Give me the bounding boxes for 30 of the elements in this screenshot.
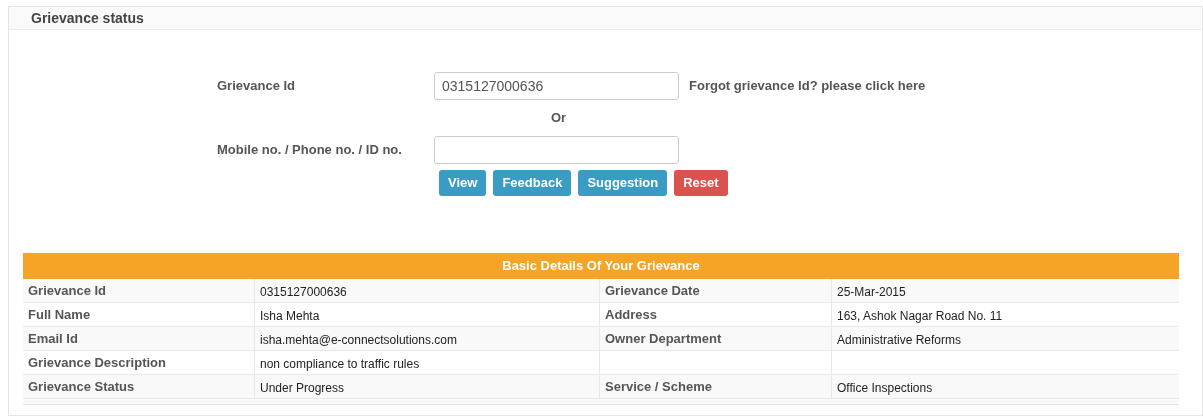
action-button[interactable]: View	[439, 170, 487, 196]
row-label: Service / Scheme	[605, 378, 712, 396]
panel-title: Grievance status	[31, 8, 144, 28]
table-cell-text: Office Inspections	[837, 380, 933, 397]
row-label: Owner Department	[605, 330, 722, 348]
table-cell-text: 0315127000636	[260, 284, 347, 301]
mobile-field[interactable]	[434, 136, 679, 164]
forgot-id-link[interactable]: Forgot grievance Id? please click here	[689, 76, 926, 96]
grievance-id-field[interactable]: 0315127000636	[434, 72, 679, 100]
table-cell-text: Isha Mehta	[260, 308, 320, 325]
row-label: Grievance Description	[28, 354, 166, 372]
row-label: Grievance Id	[28, 282, 107, 300]
table-header: Basic Details Of Your Grievance	[23, 253, 1179, 279]
table-cell-text: Under Progress	[260, 380, 345, 397]
action-button[interactable]: Feedback	[493, 170, 572, 196]
or-separator: Or	[551, 109, 567, 128]
row-label: Email Id	[28, 330, 78, 348]
action-button[interactable]: Suggestion	[578, 170, 668, 196]
table-cell-text: Administrative Reforms	[837, 332, 962, 349]
row-label: Full Name	[28, 306, 91, 324]
field-label: Grievance Id	[217, 77, 297, 96]
row-label: Address	[605, 306, 658, 324]
table-cell-text: non compliance to traffic rules	[260, 356, 420, 373]
row-label: Grievance Date	[605, 282, 700, 300]
table-cell-text: isha.mehta@e-connectsolutions.com	[260, 332, 457, 349]
reset-button[interactable]: Reset	[674, 170, 728, 196]
table-cell-text: 25-Mar-2015	[837, 284, 906, 301]
row-label: Grievance Status	[28, 378, 135, 396]
field-label: Mobile no. / Phone no. / ID no.	[217, 141, 403, 160]
table-cell-text: 163, Ashok Nagar Road No. 11	[837, 308, 1003, 325]
